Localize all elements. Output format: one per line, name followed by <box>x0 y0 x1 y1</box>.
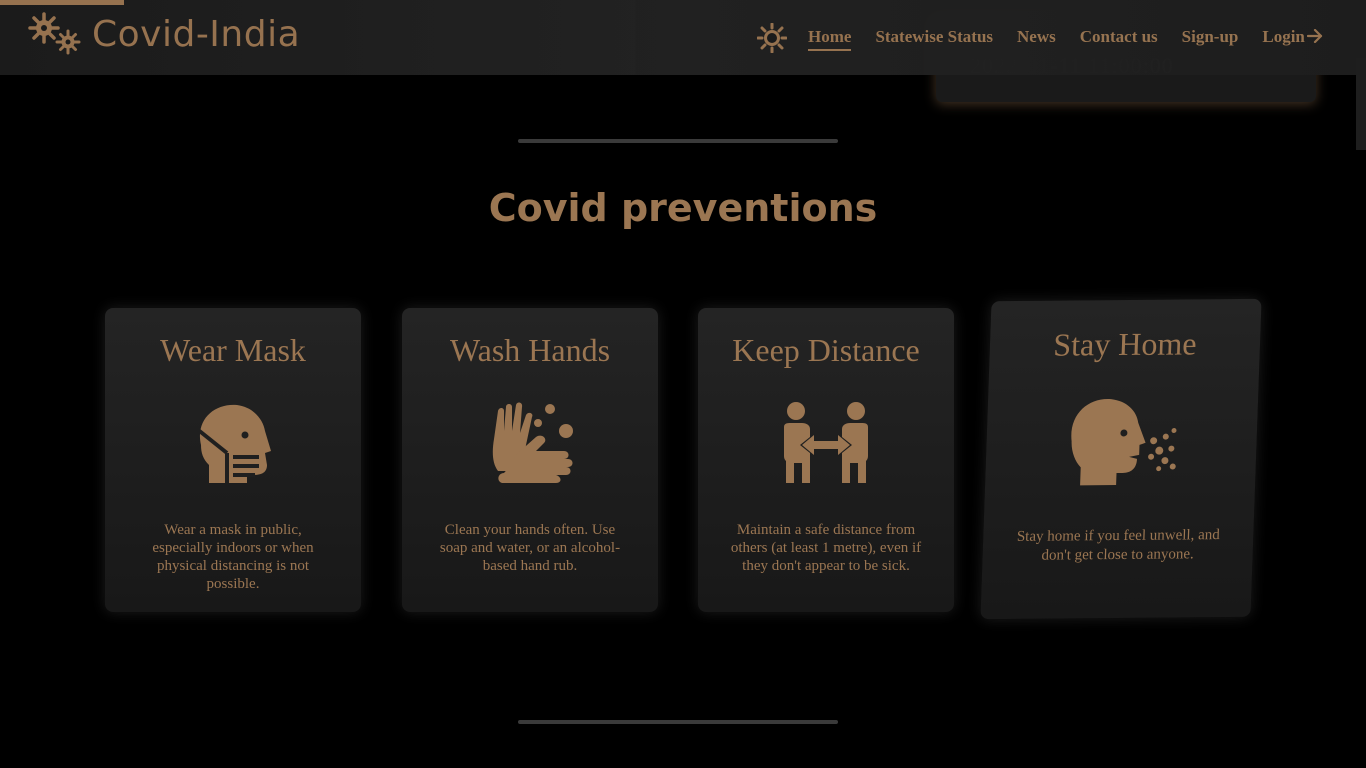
navbar: Covid-India Home Statewise Status News C… <box>0 0 1366 75</box>
nav-login[interactable]: Login <box>1262 27 1323 51</box>
section-divider-bottom <box>518 720 838 724</box>
card-description: Clean your hands often. Use soap and wat… <box>439 522 621 574</box>
brand-logo[interactable]: Covid-India <box>28 12 300 56</box>
nav-home[interactable]: Home <box>808 27 852 51</box>
prevention-card-stay-home: Stay Home Stay home if you feel unwell, … <box>980 298 1262 620</box>
nav-sign-up[interactable]: Sign-up <box>1182 27 1239 51</box>
social-distance-icon <box>784 402 868 483</box>
card-title: Stay Home <box>1052 325 1198 363</box>
card-title: Wear Mask <box>160 332 306 368</box>
card-description: Maintain a safe distance from others (at… <box>730 522 922 574</box>
card-title: Keep Distance <box>732 332 920 368</box>
sneezing-head-icon <box>1071 399 1177 486</box>
virus-gears-icon <box>28 12 81 55</box>
nav-links: Home Statewise Status News Contact us Si… <box>808 27 1323 51</box>
nav-contact-us[interactable]: Contact us <box>1080 27 1158 51</box>
prevention-card-wash-hands: Wash Hands Clean your hands often. Use s… <box>402 308 658 612</box>
card-description: Stay home if you feel unwell, and don't … <box>1016 527 1221 564</box>
brand-name: Covid-India <box>92 13 301 55</box>
sun-icon[interactable] <box>757 23 787 53</box>
prevention-card-keep-distance: Keep Distance Maintain a safe distance f… <box>698 308 954 612</box>
card-title: Wash Hands <box>449 332 611 368</box>
nav-login-label: Login <box>1262 27 1305 46</box>
nav-statewise-status[interactable]: Statewise Status <box>875 27 993 51</box>
nav-news[interactable]: News <box>1017 27 1056 51</box>
section-title: Covid preventions <box>488 186 878 230</box>
card-description: Wear a mask in public, especially indoor… <box>152 522 314 592</box>
section-divider-top <box>518 139 838 143</box>
mask-head-icon <box>195 404 271 483</box>
arrow-right-icon <box>1306 29 1323 43</box>
scroll-progress-bar <box>0 0 124 5</box>
prevention-card-wear-mask: Wear Mask Wear a mask in public, especia… <box>105 308 361 612</box>
washing-hands-icon <box>492 402 573 483</box>
